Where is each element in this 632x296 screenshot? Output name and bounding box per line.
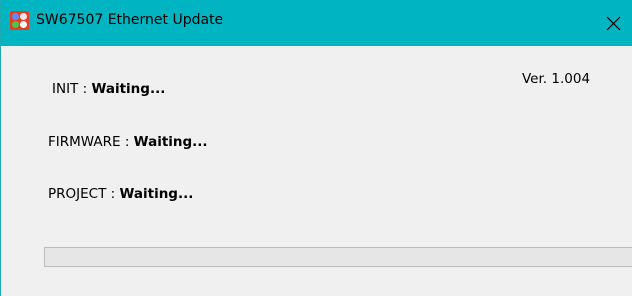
window-title: SW67507 Ethernet Update <box>36 12 224 28</box>
init-value: Waiting... <box>91 81 166 97</box>
version-label: Ver. 1.004 <box>522 71 591 87</box>
firmware-status: FIRMWARE : Waiting... <box>48 134 208 150</box>
close-icon <box>606 16 620 30</box>
close-button[interactable] <box>594 0 632 46</box>
firmware-value: Waiting... <box>133 134 208 150</box>
project-status: PROJECT : Waiting... <box>48 186 193 202</box>
firmware-label: FIRMWARE : <box>48 134 134 150</box>
init-label: INIT : <box>52 81 92 97</box>
project-value: Waiting... <box>119 186 194 202</box>
project-label: PROJECT : <box>48 186 120 202</box>
app-logo-icon <box>10 11 29 30</box>
init-status: INIT : Waiting... <box>52 81 165 97</box>
title-bar[interactable]: SW67507 Ethernet Update <box>1 0 632 46</box>
progress-bar <box>44 247 632 267</box>
update-window: SW67507 Ethernet Update Ver. 1.004 INIT … <box>0 0 632 296</box>
